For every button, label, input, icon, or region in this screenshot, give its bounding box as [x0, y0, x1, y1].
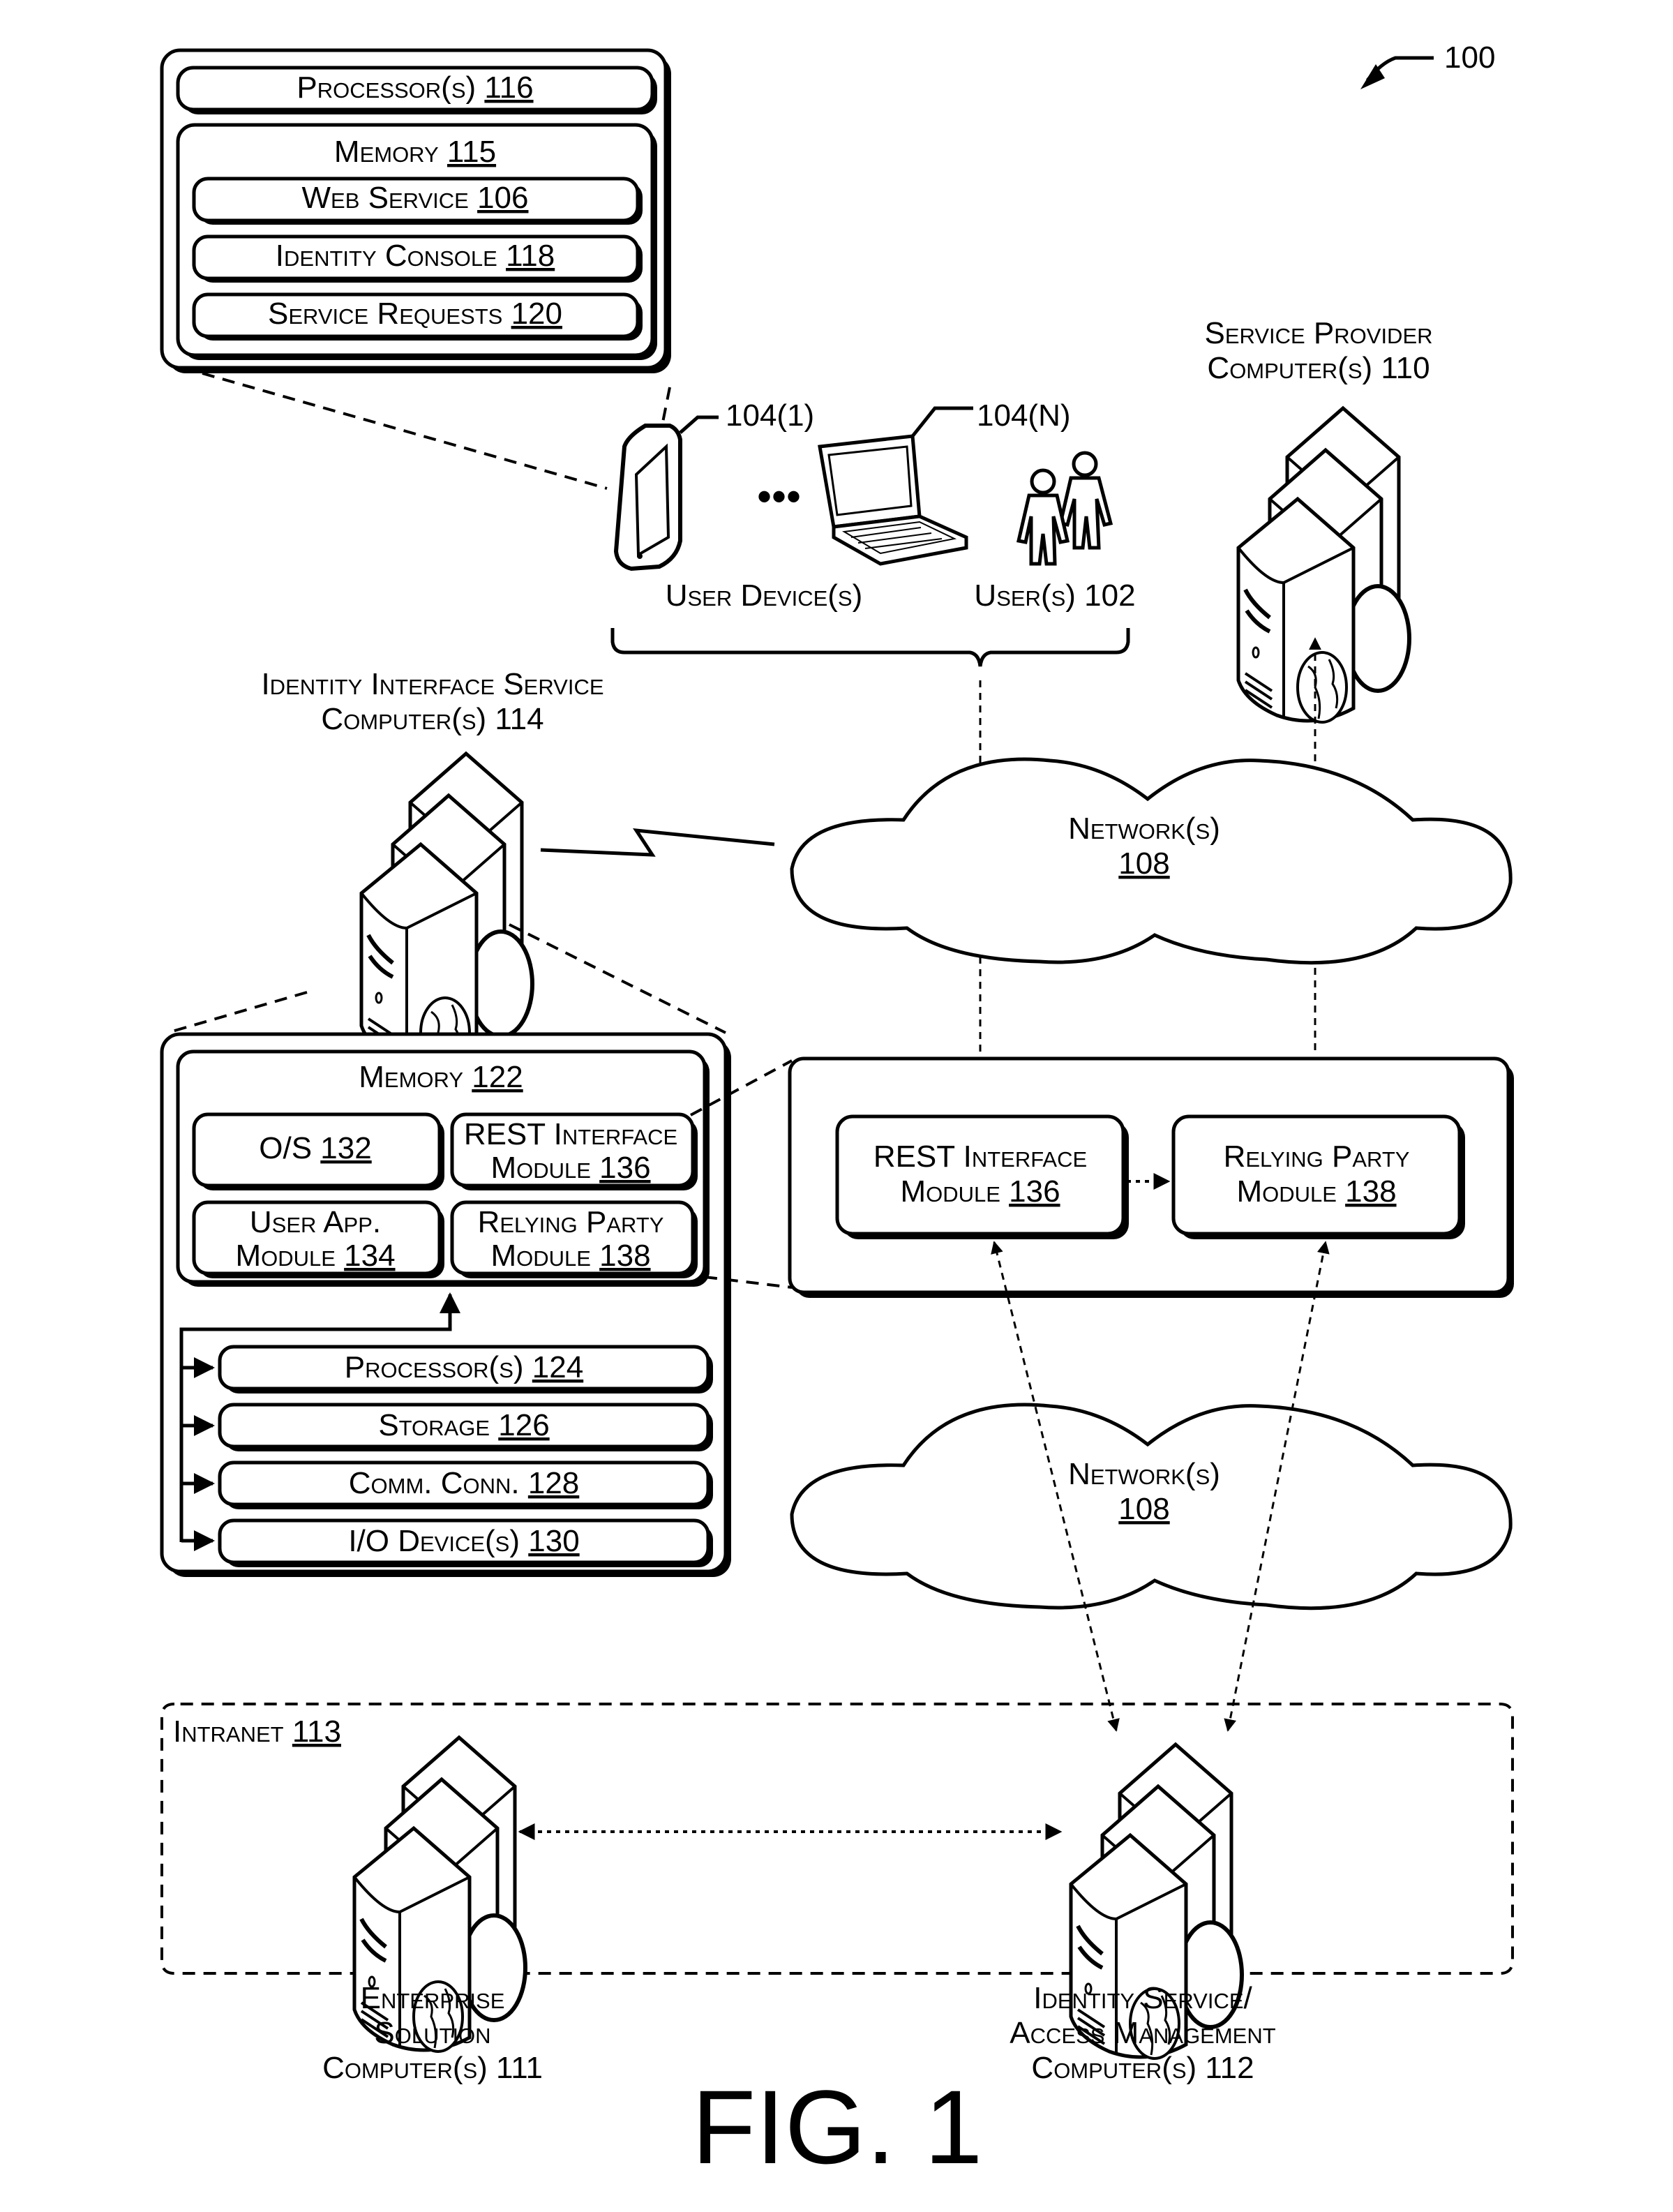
enterprise-label-line2: Solution	[374, 2016, 490, 2050]
service-requests-120-label: Service Requests 120	[268, 297, 562, 331]
user-group-brace	[610, 628, 1130, 667]
panel-relying-line1: Relying Party	[1224, 1139, 1410, 1174]
service-provider-label-line1: Service Provider	[1204, 316, 1432, 350]
interface-computer-box: Memory 122 O/S 132 REST Interface Module…	[160, 1032, 731, 1577]
user-computer-box: Processor(s) 116 Memory 115 Web Service …	[160, 48, 671, 373]
relying-module-138-line2: Module 138	[490, 1239, 650, 1273]
device-n-leader	[911, 406, 973, 438]
intranet-label: Intranet 113	[173, 1714, 341, 1749]
device-n-ref: 104(N)	[977, 398, 1071, 433]
network-cloud-2: Network(s) 108	[790, 1403, 1513, 1611]
callout-line-left	[202, 372, 608, 490]
users-icon	[1016, 451, 1113, 566]
rest-module-136-line1: REST Interface	[464, 1117, 677, 1151]
memory-122-label: Memory 122	[359, 1060, 523, 1094]
processor-116-label: Processor(s) 116	[297, 70, 533, 105]
callout-line-right-2	[509, 923, 726, 1034]
wireless-link	[540, 828, 775, 857]
network-2-label: Network(s)	[1068, 1457, 1220, 1491]
service-provider-server-icon	[1238, 408, 1409, 722]
network-1-ref: 108	[1118, 846, 1169, 881]
user-devices-label: User Device(s)	[666, 578, 863, 613]
laptop-icon	[818, 434, 968, 566]
identity-interface-label-line1: Identity Interface Service	[261, 667, 603, 701]
os-132-label: O/S 132	[259, 1131, 371, 1165]
module-panel: REST Interface Module 136 Relying Party …	[788, 1056, 1514, 1298]
device-1-ref: 104(1)	[726, 398, 814, 433]
callout-line-left-2	[167, 991, 308, 1034]
figure-label: FIG. 1	[692, 2068, 983, 2185]
processor-124-label: Processor(s) 124	[345, 1350, 583, 1384]
identity-service-label-line2: Access Management	[1010, 2016, 1275, 2050]
identity-interface-server-icon	[361, 754, 532, 1068]
storage-126-label: Storage 126	[378, 1408, 549, 1442]
panel-rest-line1: REST Interface	[873, 1139, 1087, 1174]
comm-conn-128-label: Comm. Conn. 128	[349, 1466, 580, 1500]
network-2-ref: 108	[1118, 1492, 1169, 1526]
enterprise-label-line3: Computer(s) 111	[322, 2051, 543, 2085]
device-1-leader	[679, 415, 719, 434]
users-label: User(s) 102	[974, 578, 1135, 613]
ellipsis: •••	[757, 473, 801, 520]
relying-module-138-line1: Relying Party	[478, 1205, 664, 1239]
network-1-label: Network(s)	[1068, 812, 1220, 846]
user-app-134-line2: Module 134	[235, 1239, 395, 1273]
identity-interface-label-line2: Computer(s) 114	[321, 702, 543, 736]
callout-line-right	[661, 387, 671, 423]
service-provider-label-line2: Computer(s) 110	[1207, 351, 1430, 385]
rest-module-136-line2: Module 136	[490, 1151, 650, 1185]
panel-rest-line2: Module 136	[900, 1174, 1060, 1209]
memory-115-label: Memory 115	[334, 135, 496, 169]
enterprise-label-line1: Enterprise	[361, 1981, 505, 2015]
io-device-130-label: I/O Device(s) 130	[348, 1524, 579, 1558]
identity-service-label-line3: Computer(s) 112	[1031, 2051, 1254, 2085]
tablet-icon	[613, 424, 682, 571]
network-cloud-1: Network(s) 108	[790, 757, 1513, 965]
panel-relying-line2: Module 138	[1236, 1174, 1396, 1209]
figure-ref: 100	[1444, 40, 1495, 75]
identity-console-118-label: Identity Console 118	[276, 239, 555, 273]
system-diagram: 100 Processor(s) 116 Memory 115 Web Serv…	[160, 40, 1514, 2185]
web-service-106-label: Web Service 106	[302, 181, 529, 215]
identity-service-label-line1: Identity Service/	[1033, 1981, 1252, 2015]
user-app-134-line1: User App.	[250, 1205, 381, 1239]
